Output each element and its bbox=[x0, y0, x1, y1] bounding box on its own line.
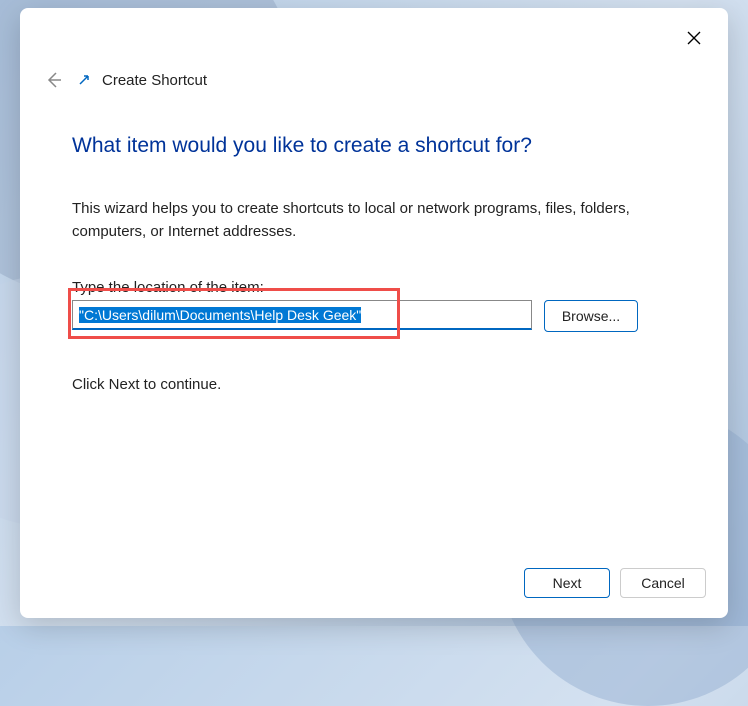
location-input-value: "C:\Users\dilum\Documents\Help Desk Geek… bbox=[79, 307, 361, 323]
location-label: Type the location of the item: bbox=[72, 279, 676, 296]
location-input[interactable]: "C:\Users\dilum\Documents\Help Desk Geek… bbox=[72, 300, 532, 330]
heading: What item would you like to create a sho… bbox=[72, 134, 676, 158]
back-button[interactable] bbox=[38, 64, 70, 96]
location-input-row: "C:\Users\dilum\Documents\Help Desk Geek… bbox=[72, 300, 676, 332]
continue-instruction: Click Next to continue. bbox=[72, 376, 676, 393]
dialog-title: Create Shortcut bbox=[102, 72, 207, 89]
next-button[interactable]: Next bbox=[524, 568, 610, 598]
create-shortcut-dialog: Create Shortcut What item would you like… bbox=[20, 8, 728, 618]
browse-button[interactable]: Browse... bbox=[544, 300, 638, 332]
close-button[interactable] bbox=[682, 26, 706, 50]
close-icon bbox=[687, 31, 701, 45]
dialog-footer: Next Cancel bbox=[20, 552, 728, 618]
back-arrow-icon bbox=[44, 70, 64, 90]
cancel-button[interactable]: Cancel bbox=[620, 568, 706, 598]
shortcut-icon bbox=[76, 72, 92, 88]
dialog-content: What item would you like to create a sho… bbox=[20, 96, 728, 552]
dialog-header: Create Shortcut bbox=[20, 8, 728, 96]
description-text: This wizard helps you to create shortcut… bbox=[72, 198, 676, 243]
